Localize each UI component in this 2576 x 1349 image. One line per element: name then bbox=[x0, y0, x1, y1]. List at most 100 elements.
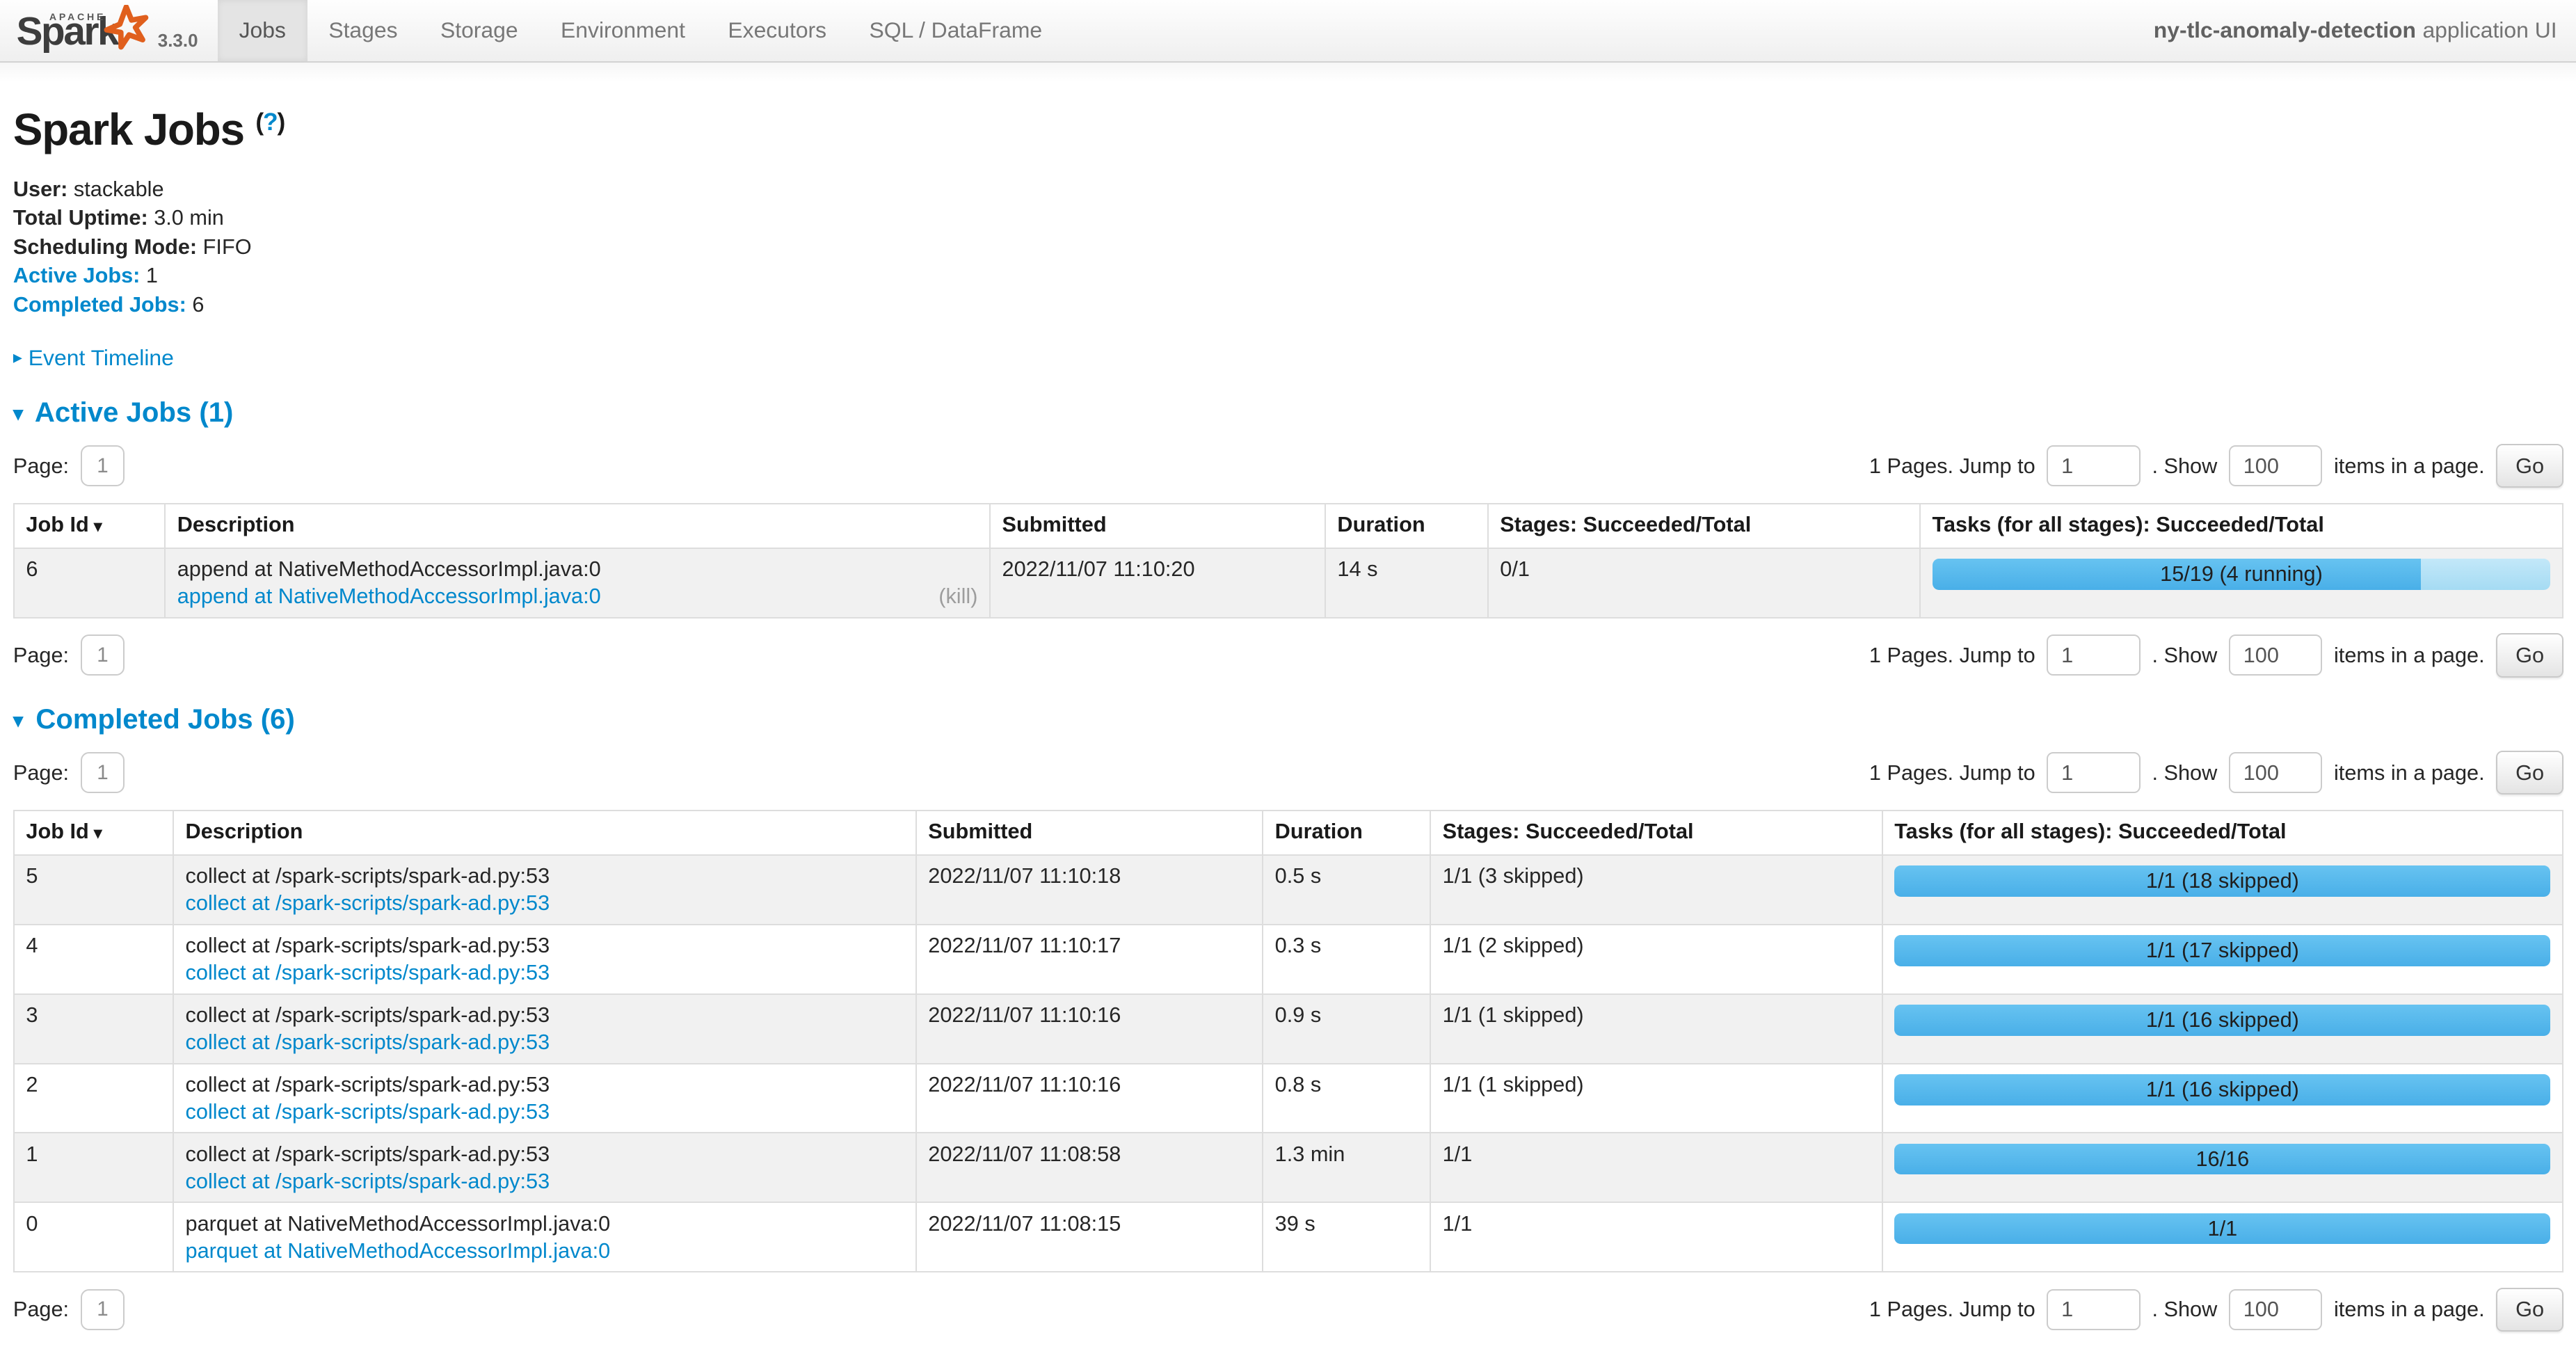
job-description-link[interactable]: collect at /spark-scripts/spark-ad.py:53 bbox=[186, 891, 550, 916]
job-row: 2collect at /spark-scripts/spark-ad.py:5… bbox=[14, 1064, 2563, 1133]
job-id-cell: 6 bbox=[14, 548, 165, 618]
pages-jump-text: 1 Pages. Jump to bbox=[1869, 643, 2035, 668]
column-header[interactable]: Submitted bbox=[990, 504, 1325, 548]
tasks-progress-bar: 1/1 bbox=[1894, 1213, 2550, 1245]
items-per-page-input[interactable] bbox=[2229, 752, 2323, 793]
column-header[interactable]: Stages: Succeeded/Total bbox=[1430, 811, 1882, 855]
job-id-cell: 1 bbox=[14, 1133, 173, 1202]
column-header[interactable]: Description bbox=[173, 811, 916, 855]
page-number-input[interactable] bbox=[81, 1289, 125, 1330]
page-number-input[interactable] bbox=[81, 634, 125, 676]
go-button[interactable]: Go bbox=[2496, 444, 2563, 488]
tasks-cell: 1/1 (16 skipped) bbox=[1882, 1064, 2563, 1133]
items-per-page-input[interactable] bbox=[2229, 634, 2323, 676]
pagination-row: Page:1 Pages. Jump to. Showitems in a pa… bbox=[13, 751, 2563, 795]
page-label: Page: bbox=[13, 643, 69, 668]
go-button[interactable]: Go bbox=[2496, 751, 2563, 795]
column-header[interactable]: Duration bbox=[1325, 504, 1488, 548]
navbar-shadow bbox=[0, 63, 2576, 82]
column-header[interactable]: Job Id▾ bbox=[14, 504, 165, 548]
tasks-cell: 15/19 (4 running) bbox=[1920, 548, 2563, 618]
jump-to-page-input[interactable] bbox=[2047, 634, 2141, 676]
duration-cell: 0.9 s bbox=[1263, 994, 1430, 1064]
items-per-page-input[interactable] bbox=[2229, 1289, 2323, 1330]
tasks-cell: 1/1 (17 skipped) bbox=[1882, 925, 2563, 994]
show-text: . Show bbox=[2152, 454, 2217, 479]
job-description-text: collect at /spark-scripts/spark-ad.py:53 bbox=[186, 1142, 904, 1167]
jump-to-page-input[interactable] bbox=[2047, 1289, 2141, 1330]
go-button[interactable]: Go bbox=[2496, 633, 2563, 678]
tab-executors[interactable]: Executors bbox=[707, 0, 848, 61]
items-per-page-input[interactable] bbox=[2229, 445, 2323, 486]
tab-storage[interactable]: Storage bbox=[419, 0, 539, 61]
go-button[interactable]: Go bbox=[2496, 1288, 2563, 1332]
pagination-row: Page:1 Pages. Jump to. Showitems in a pa… bbox=[13, 633, 2563, 678]
duration-cell: 0.5 s bbox=[1263, 855, 1430, 925]
column-header[interactable]: Tasks (for all stages): Succeeded/Total bbox=[1920, 504, 2563, 548]
job-description-link[interactable]: collect at /spark-scripts/spark-ad.py:53 bbox=[186, 1099, 550, 1124]
application-name-text: ny-tlc-anomaly-detection bbox=[2154, 17, 2416, 43]
spark-version: 3.3.0 bbox=[158, 30, 198, 51]
job-id-cell: 3 bbox=[14, 994, 173, 1064]
help-link[interactable]: ? bbox=[263, 108, 277, 136]
sort-desc-icon: ▾ bbox=[94, 518, 102, 536]
job-description-link[interactable]: append at NativeMethodAccessorImpl.java:… bbox=[177, 584, 601, 609]
items-in-page-text: items in a page. bbox=[2334, 454, 2485, 479]
job-id-cell: 4 bbox=[14, 925, 173, 994]
page-title: Spark Jobs (?) bbox=[13, 104, 2563, 155]
jump-to-page-input[interactable] bbox=[2047, 445, 2141, 486]
nav-tabs: JobsStagesStorageEnvironmentExecutorsSQL… bbox=[218, 0, 1064, 61]
tab-sql-dataframe[interactable]: SQL / DataFrame bbox=[848, 0, 1064, 61]
sort-desc-icon: ▾ bbox=[94, 824, 102, 843]
duration-cell: 0.3 s bbox=[1263, 925, 1430, 994]
expanded-triangle-icon: ▾ bbox=[13, 403, 23, 425]
description-cell: collect at /spark-scripts/spark-ad.py:53… bbox=[173, 925, 916, 994]
column-header[interactable]: Description bbox=[165, 504, 990, 548]
summary-label-link[interactable]: Active Jobs: bbox=[13, 263, 140, 287]
show-text: . Show bbox=[2152, 643, 2217, 668]
summary-item: User: stackable bbox=[13, 175, 2563, 203]
job-description-link[interactable]: collect at /spark-scripts/spark-ad.py:53 bbox=[186, 960, 550, 985]
job-id-cell: 0 bbox=[14, 1202, 173, 1272]
tasks-progress-bar: 1/1 (16 skipped) bbox=[1894, 1074, 2550, 1105]
job-description-text: collect at /spark-scripts/spark-ad.py:53 bbox=[186, 933, 904, 958]
page-number-input[interactable] bbox=[81, 752, 125, 793]
tasks-progress-bar: 1/1 (17 skipped) bbox=[1894, 935, 2550, 966]
job-description-link[interactable]: collect at /spark-scripts/spark-ad.py:53 bbox=[186, 1169, 550, 1194]
description-cell: collect at /spark-scripts/spark-ad.py:53… bbox=[173, 855, 916, 925]
job-id-cell: 2 bbox=[14, 1064, 173, 1133]
tasks-progress-bar: 1/1 (18 skipped) bbox=[1894, 865, 2550, 897]
spark-star-icon bbox=[102, 5, 151, 61]
tab-jobs[interactable]: Jobs bbox=[218, 0, 307, 61]
progress-label: 1/1 (17 skipped) bbox=[1894, 935, 2550, 966]
active-jobs-heading[interactable]: ▾ Active Jobs (1) bbox=[13, 397, 2563, 429]
description-cell: collect at /spark-scripts/spark-ad.py:53… bbox=[173, 1133, 916, 1202]
completed-jobs-heading[interactable]: ▾ Completed Jobs (6) bbox=[13, 703, 2563, 735]
page-number-input[interactable] bbox=[81, 445, 125, 486]
description-cell: collect at /spark-scripts/spark-ad.py:53… bbox=[173, 1064, 916, 1133]
duration-cell: 0.8 s bbox=[1263, 1064, 1430, 1133]
progress-label: 16/16 bbox=[1894, 1144, 2550, 1175]
page-label: Page: bbox=[13, 1297, 69, 1322]
spark-logo: APACHE Spark bbox=[17, 10, 145, 53]
summary-label: Total Uptime: bbox=[13, 205, 148, 230]
kill-link[interactable]: (kill) bbox=[938, 584, 977, 609]
spark-jobs-page: APACHE Spark 3.3.0 JobsStagesStorageEnvi… bbox=[0, 0, 2576, 1349]
job-description-link[interactable]: collect at /spark-scripts/spark-ad.py:53 bbox=[186, 1030, 550, 1055]
description-cell: append at NativeMethodAccessorImpl.java:… bbox=[165, 548, 990, 618]
tab-stages[interactable]: Stages bbox=[307, 0, 419, 61]
jump-to-page-input[interactable] bbox=[2047, 752, 2141, 793]
event-timeline-toggle[interactable]: ▸ Event Timeline bbox=[13, 345, 174, 370]
tasks-cell: 1/1 (18 skipped) bbox=[1882, 855, 2563, 925]
column-header[interactable]: Job Id▾ bbox=[14, 811, 173, 855]
column-header[interactable]: Tasks (for all stages): Succeeded/Total bbox=[1882, 811, 2563, 855]
column-header[interactable]: Stages: Succeeded/Total bbox=[1488, 504, 1920, 548]
column-header[interactable]: Submitted bbox=[916, 811, 1263, 855]
summary-label-link[interactable]: Completed Jobs: bbox=[13, 292, 186, 317]
job-row: 4collect at /spark-scripts/spark-ad.py:5… bbox=[14, 925, 2563, 994]
job-description-link[interactable]: parquet at NativeMethodAccessorImpl.java… bbox=[186, 1238, 611, 1263]
tab-environment[interactable]: Environment bbox=[539, 0, 706, 61]
summary-value: FIFO bbox=[203, 234, 252, 259]
column-header[interactable]: Duration bbox=[1263, 811, 1430, 855]
summary-label: Scheduling Mode: bbox=[13, 234, 197, 259]
